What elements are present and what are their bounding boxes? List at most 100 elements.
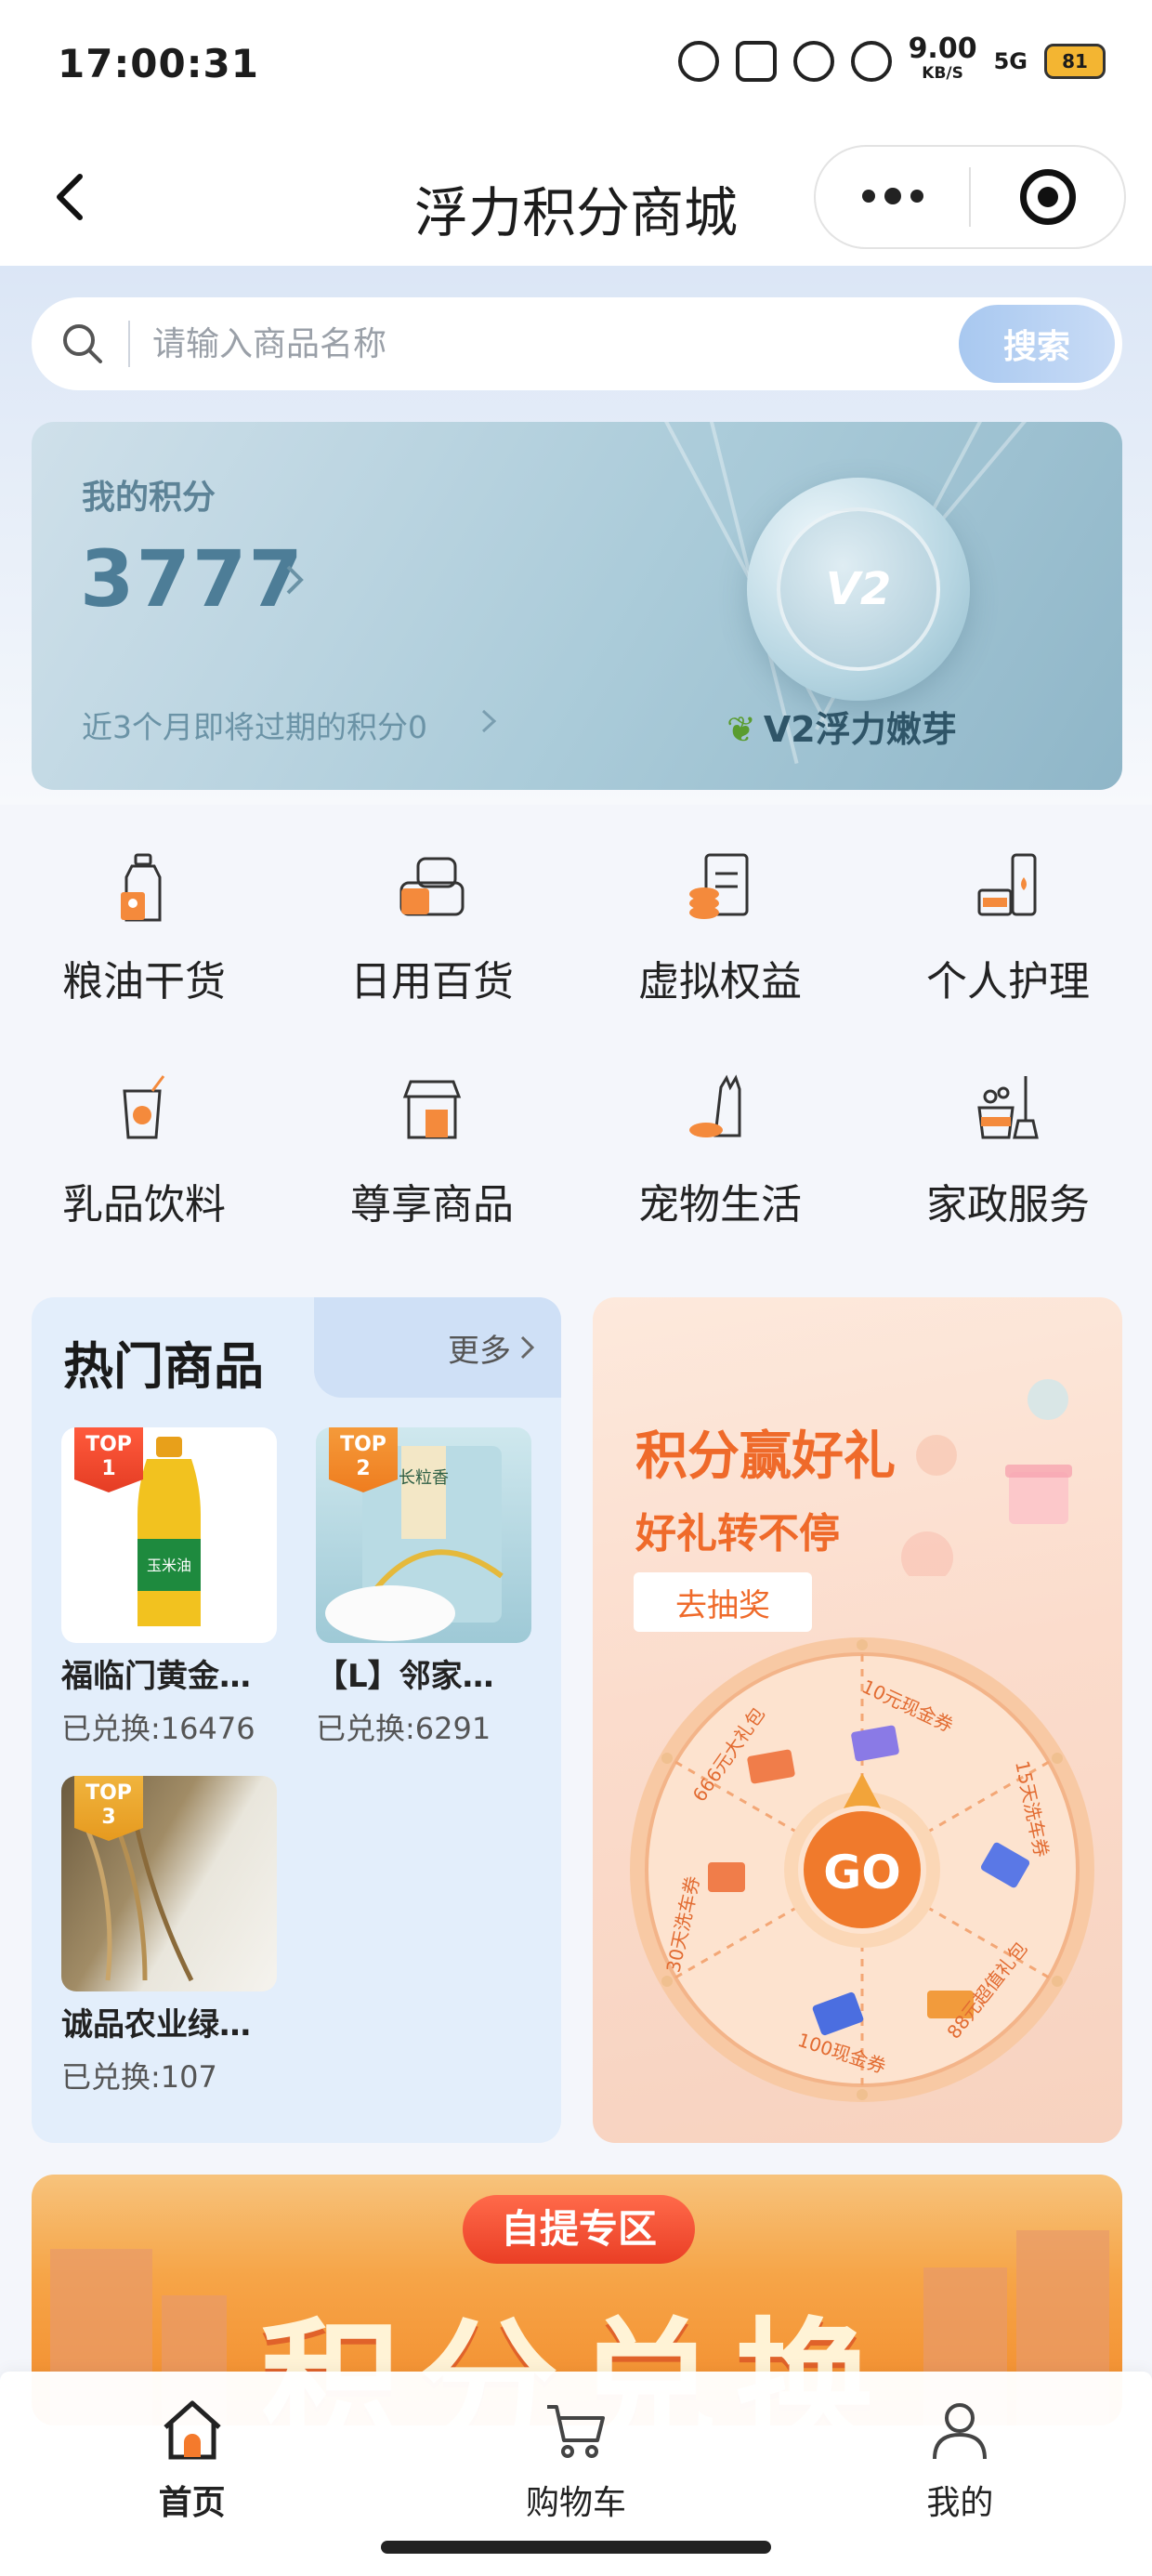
hot-goods-title: 热门商品 xyxy=(63,1337,264,1396)
go-button-label: GO xyxy=(823,1846,901,1899)
product-name[interactable]: 【L】邻家… xyxy=(316,1650,531,1696)
tab-label: 我的 xyxy=(926,2484,994,2522)
top-badge-label: TOP xyxy=(340,1433,386,1456)
miniprogram-capsule xyxy=(814,145,1126,249)
product-image-oil[interactable]: 玉米油 TOP 1 xyxy=(61,1427,277,1643)
tab-label: 首页 xyxy=(158,2484,226,2522)
battery-icon: 81 xyxy=(1044,44,1106,79)
personal-care-icon xyxy=(977,853,1037,916)
tab-label: 购物车 xyxy=(525,2484,626,2522)
sprout-icon: ❦ xyxy=(727,709,756,750)
product-name[interactable]: 诚品农业绿… xyxy=(61,1999,277,2044)
product-card[interactable]: 长粒香 TOP 2 【L】邻家… 已兑换:6291 xyxy=(316,1427,531,1748)
home-icon xyxy=(163,2400,221,2460)
more-menu-icon[interactable] xyxy=(816,188,969,204)
expiring-points-link[interactable]: 近3个月即将过期的积分0 xyxy=(82,703,427,747)
home-indicator[interactable] xyxy=(381,2541,771,2554)
profile-icon xyxy=(933,2403,988,2460)
category-label: 尊享商品 xyxy=(350,1181,514,1229)
product-card[interactable]: 玉米油 TOP 1 福临门黄金… 已兑换:16476 xyxy=(61,1427,277,1748)
premium-goods-icon xyxy=(402,1080,462,1139)
category-pet-life[interactable]: 宠物生活 xyxy=(576,1041,864,1264)
lottery-subtitle: 好礼转不停 xyxy=(635,1510,840,1557)
product-name[interactable]: 福临门黄金… xyxy=(61,1650,277,1696)
pickup-zone-badge: 自提专区 xyxy=(463,2195,695,2264)
search-button[interactable]: 搜索 xyxy=(959,305,1115,383)
network-speed-value: 9.00 xyxy=(908,33,977,65)
status-bar: 17:00:31 9.00 KB/S 5G 81 xyxy=(0,0,1152,130)
category-label: 虚拟权益 xyxy=(638,958,802,1005)
chevron-right-icon[interactable] xyxy=(281,561,308,598)
category-housekeeping[interactable]: 家政服务 xyxy=(864,1041,1152,1264)
housekeeping-icon xyxy=(977,1076,1039,1139)
pet-life-icon xyxy=(689,1074,741,1137)
target-close-icon xyxy=(1019,169,1076,225)
dairy-drink-icon xyxy=(123,1075,165,1139)
points-value[interactable]: 3777 xyxy=(80,533,305,624)
chevron-right-icon xyxy=(481,709,497,733)
points-coin-emblem: V2 xyxy=(747,478,970,701)
mute-icon xyxy=(792,41,834,82)
battery-level: 81 xyxy=(1062,50,1088,72)
top-badge-label: TOP xyxy=(85,1781,132,1805)
oil-label-text: 玉米油 xyxy=(147,1557,191,1574)
brand-logo: ❦ V2浮力嫩芽 xyxy=(727,701,957,752)
hot-goods-list: 玉米油 TOP 1 福临门黄金… 已兑换:16476 长粒香 TOP 2 【L】… xyxy=(61,1427,535,2096)
redeemed-count: 已兑换:6291 xyxy=(316,1711,491,1746)
lottery-panel[interactable]: 积分赢好礼 好礼转不停 去抽奖 10元现金券 15天洗车券 88元超值礼包 10… xyxy=(593,1297,1122,2143)
nfc-icon xyxy=(677,41,719,82)
tab-cart[interactable]: 购物车 xyxy=(384,2372,767,2528)
product-card[interactable]: TOP 3 诚品农业绿… 已兑换:107 xyxy=(61,1776,277,2096)
redeemed-count: 已兑换:107 xyxy=(61,2059,217,2095)
top-badge-label: TOP xyxy=(85,1433,132,1456)
more-label: 更多 xyxy=(448,1332,511,1370)
category-grid: 粮油干货 日用百货 虚拟权益 个人护理 乳品饮料 尊享商品 宠物生活 家政服务 xyxy=(0,818,1152,1264)
category-premium-goods[interactable]: 尊享商品 xyxy=(288,1041,576,1264)
battery-saver-icon xyxy=(850,41,892,82)
category-label: 宠物生活 xyxy=(638,1181,802,1229)
top-badge-rank: 2 xyxy=(356,1457,371,1480)
category-virtual-rights[interactable]: 虚拟权益 xyxy=(576,818,864,1041)
search-separator xyxy=(128,321,130,367)
tab-profile[interactable]: 我的 xyxy=(768,2372,1152,2528)
network-speed: 9.00 KB/S xyxy=(909,35,977,85)
search-input[interactable] xyxy=(152,324,959,363)
status-icons: 9.00 KB/S 5G 81 xyxy=(677,35,1106,85)
hot-goods-panel: 热门商品 更多 玉米油 TOP 1 福临门黄金… 已兑换:16476 长粒香 T… xyxy=(32,1297,561,2143)
coin-logo-text: V2 xyxy=(777,507,940,671)
category-label: 乳品饮料 xyxy=(62,1181,226,1229)
cart-icon xyxy=(546,2405,605,2458)
signal-label: 5G xyxy=(993,48,1028,74)
status-time: 17:00:31 xyxy=(58,41,259,86)
nav-bar: 浮力积分商城 xyxy=(0,130,1152,266)
daily-goods-icon xyxy=(399,857,465,916)
top-rank-badge: TOP 1 xyxy=(74,1427,143,1492)
top-badge-rank: 1 xyxy=(101,1457,116,1480)
product-image-grain[interactable]: TOP 3 xyxy=(61,1776,277,1991)
points-label: 我的积分 xyxy=(82,479,216,517)
top-rank-badge: TOP 3 xyxy=(74,1776,143,1841)
virtual-rights-icon xyxy=(689,853,749,919)
more-button[interactable]: 更多 xyxy=(314,1297,561,1398)
tab-home[interactable]: 首页 xyxy=(0,2372,384,2528)
grain-oil-icon xyxy=(121,853,162,922)
points-card[interactable]: 我的积分 3777 近3个月即将过期的积分0 V2 ❦ V2浮力嫩芽 xyxy=(32,422,1122,790)
search-bar: 搜索 xyxy=(32,297,1122,390)
category-label: 家政服务 xyxy=(926,1181,1090,1229)
rice-label-text: 长粒香 xyxy=(399,1468,449,1488)
category-daily-goods[interactable]: 日用百货 xyxy=(288,818,576,1041)
category-dairy-drink[interactable]: 乳品饮料 xyxy=(0,1041,288,1264)
category-grain-oil[interactable]: 粮油干货 xyxy=(0,818,288,1041)
close-miniprogram-button[interactable] xyxy=(971,169,1124,225)
brand-name: V2浮力嫩芽 xyxy=(763,709,957,750)
app-notification-icon xyxy=(735,41,777,82)
search-icon xyxy=(63,324,102,363)
product-image-rice[interactable]: 长粒香 TOP 2 xyxy=(316,1427,531,1643)
category-label: 粮油干货 xyxy=(62,958,226,1005)
top-badge-rank: 3 xyxy=(101,1806,116,1829)
lottery-title: 积分赢好礼 xyxy=(635,1426,896,1487)
category-personal-care[interactable]: 个人护理 xyxy=(864,818,1152,1041)
prize-wheel[interactable]: 10元现金券 15天洗车券 88元超值礼包 100现金券 30天洗车券 666元… xyxy=(621,1619,1122,2121)
redeemed-count: 已兑换:16476 xyxy=(61,1711,255,1746)
category-label: 日用百货 xyxy=(350,958,514,1005)
